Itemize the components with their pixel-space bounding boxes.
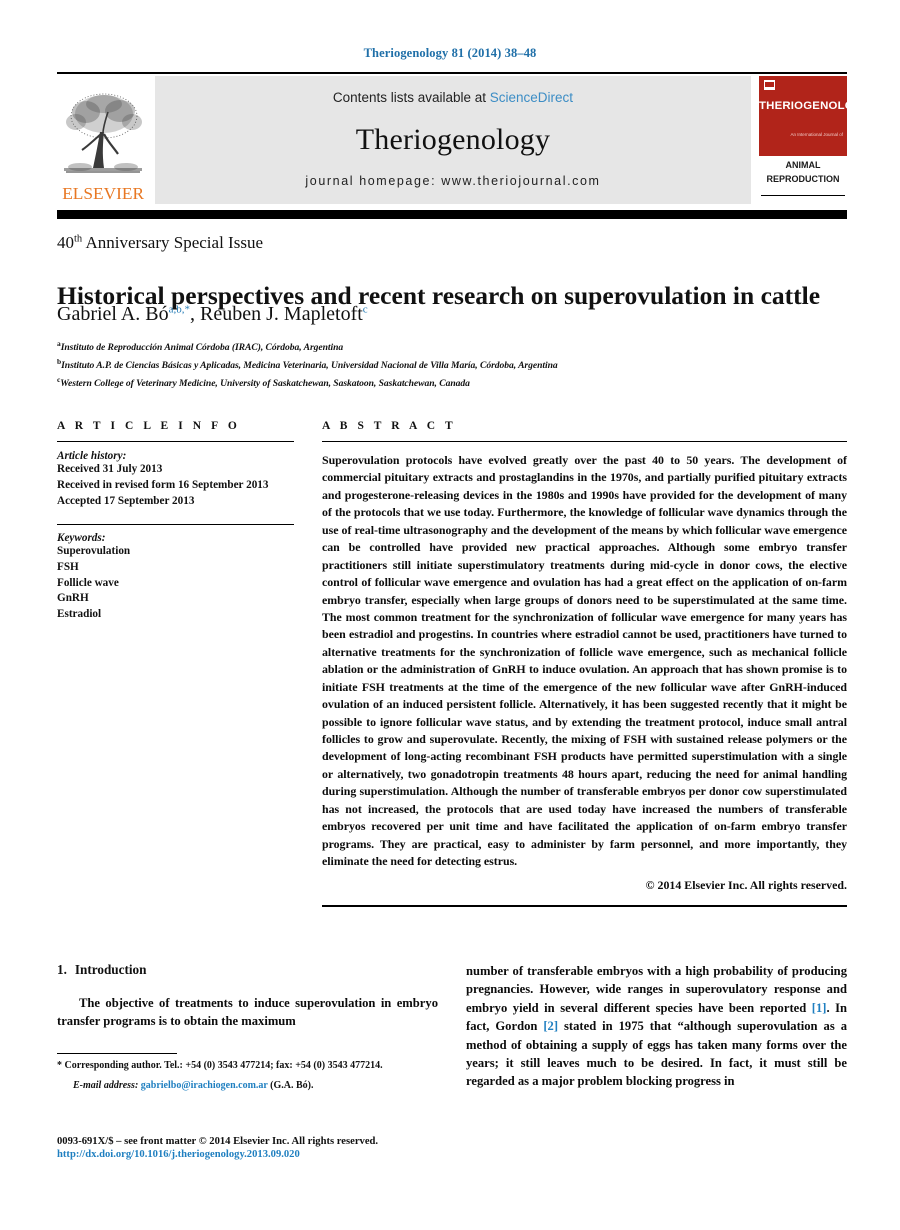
running-head: Theriogenology 81 (2014) 38–48 xyxy=(363,46,537,60)
section-title: Introduction xyxy=(74,962,147,977)
footer-issn-line: 0093-691X/$ – see front matter © 2014 El… xyxy=(57,1136,379,1147)
special-issue-ordinal: th xyxy=(74,233,83,245)
keyword-item: Estradiol xyxy=(57,608,102,621)
footnote-rule xyxy=(57,1053,177,1054)
journal-masthead: ELSEVIER Contents lists available at Sci… xyxy=(57,72,871,204)
article-info-heading: A R T I C L E I N F O xyxy=(57,420,241,432)
journal-cover-thumbnail: THERIOGENOLOGY An International Journal … xyxy=(759,76,871,204)
affiliation-c-text: Western College of Veterinary Medicine, … xyxy=(60,378,470,390)
section-heading-introduction: 1. Introduction xyxy=(57,962,438,978)
corresponding-author-footnote: * Corresponding author. Tel.: +54 (0) 35… xyxy=(57,1053,438,1093)
author-list: Gabriel A. Bóa,b,*, Reuben J. Mapletoftc xyxy=(57,303,368,326)
keyword-item: Superovulation xyxy=(57,544,131,557)
cover-bottom-rule xyxy=(761,195,845,197)
author-2: Reuben J. Mapletoft xyxy=(200,303,363,325)
history-accepted: Accepted 17 September 2013 xyxy=(57,494,195,507)
special-issue-text: Anniversary Special Issue xyxy=(82,233,263,252)
citation-link-1[interactable]: [1] xyxy=(812,1001,827,1015)
cover-line1: ANIMAL xyxy=(785,160,821,170)
affiliation-list: aInstituto de Reproducción Animal Córdob… xyxy=(57,338,857,392)
special-issue-number: 40 xyxy=(57,233,74,252)
abstract-text: Superovulation protocols have evolved gr… xyxy=(322,453,847,869)
author-1-affiliation-marker[interactable]: a,b, xyxy=(169,303,185,315)
article-info-column: A R T I C L E I N F O Article history: R… xyxy=(57,420,294,907)
history-received: Received 31 July 2013 xyxy=(57,463,163,475)
intro-paragraph-left: The objective of treatments to induce su… xyxy=(57,996,438,1029)
article-history-block: Article history: Received 31 July 2013 R… xyxy=(57,450,294,510)
author-2-affiliation-marker[interactable]: c xyxy=(363,303,368,315)
footnote-email-line: E-mail address: gabrielbo@irachiogen.com… xyxy=(57,1079,438,1093)
abstract-column: A B S T R A C T Superovulation protocols… xyxy=(322,420,847,907)
affiliation-b: bInstituto A.P. de Ciencias Básicas y Ap… xyxy=(57,356,857,374)
contents-box: Contents lists available at ScienceDirec… xyxy=(155,76,751,204)
footnote-star: * xyxy=(57,1060,62,1071)
info-abstract-row: A R T I C L E I N F O Article history: R… xyxy=(57,420,847,907)
elsevier-tree-icon xyxy=(60,88,146,184)
cover-line2: REPRODUCTION xyxy=(766,174,840,185)
citation-link-2[interactable]: [2] xyxy=(543,1019,558,1033)
abstract-heading: A B S T R A C T xyxy=(322,420,457,432)
abstract-copyright: © 2014 Elsevier Inc. All rights reserved… xyxy=(645,877,847,892)
abstract-rule xyxy=(322,441,847,442)
article-page: Theriogenology 81 (2014) 38–48 ELSEVIER … xyxy=(0,0,900,1230)
affiliation-b-text: Instituto A.P. de Ciencias Básicas y Apl… xyxy=(61,360,558,372)
author-1: Gabriel A. Bó xyxy=(57,303,169,325)
contents-available-line: Contents lists available at ScienceDirec… xyxy=(333,90,573,105)
section-number: 1. xyxy=(57,962,67,977)
intro-paragraph-right: number of transferable embryos with a hi… xyxy=(466,962,847,1091)
affiliation-a: aInstituto de Reproducción Animal Córdob… xyxy=(57,338,857,356)
email-address-label: E-mail address: xyxy=(73,1080,139,1091)
footnote-contact-line: * Corresponding author. Tel.: +54 (0) 35… xyxy=(57,1059,438,1073)
contents-prefix: Contents lists available at xyxy=(332,90,487,105)
special-issue-label: 40th Anniversary Special Issue xyxy=(57,233,263,253)
cover-title: THERIOGENOLOGY xyxy=(759,100,871,112)
affiliation-c: cWestern College of Veterinary Medicine,… xyxy=(57,374,857,392)
journal-homepage[interactable]: journal homepage: www.theriojournal.com xyxy=(305,174,600,188)
abstract-bottom-rule xyxy=(322,904,847,907)
cover-publisher-icon xyxy=(764,80,775,90)
sciencedirect-link[interactable]: ScienceDirect xyxy=(490,90,573,105)
page-footer: 0093-691X/$ – see front matter © 2014 El… xyxy=(57,1136,557,1160)
keywords-rule xyxy=(57,523,294,525)
author-separator: , xyxy=(190,303,201,325)
journal-title: Theriogenology xyxy=(355,122,551,156)
footnote-contact-text: Corresponding author. Tel.: +54 (0) 3543… xyxy=(64,1060,383,1071)
footer-doi-link[interactable]: http://dx.doi.org/10.1016/j.theriogenolo… xyxy=(57,1149,557,1160)
affiliation-a-text: Instituto de Reproducción Animal Córdoba… xyxy=(60,342,344,354)
email-link[interactable]: gabrielbo@irachiogen.com.ar xyxy=(141,1080,268,1091)
masthead-thick-rule xyxy=(57,210,847,219)
article-history-label: Article history: xyxy=(57,450,127,462)
body-column-right: number of transferable embryos with a hi… xyxy=(466,962,847,1091)
elsevier-logo: ELSEVIER xyxy=(57,76,149,204)
elsevier-wordmark: ELSEVIER xyxy=(62,184,144,203)
keywords-label: Keywords: xyxy=(57,531,106,544)
cover-subtitle-small: An International Journal of xyxy=(790,132,843,137)
keyword-item: Follicle wave xyxy=(57,576,119,589)
intro-text-part1: number of transferable embryos with a hi… xyxy=(466,964,847,1015)
keyword-item: GnRH xyxy=(57,592,89,605)
history-revised: Received in revised form 16 September 20… xyxy=(57,478,269,491)
article-info-rule xyxy=(57,441,294,442)
masthead-top-rule xyxy=(57,72,847,74)
email-owner: (G.A. Bó). xyxy=(270,1080,314,1091)
keywords-block: Keywords: Superovulation FSH Follicle wa… xyxy=(57,532,294,624)
keyword-item: FSH xyxy=(57,560,79,573)
